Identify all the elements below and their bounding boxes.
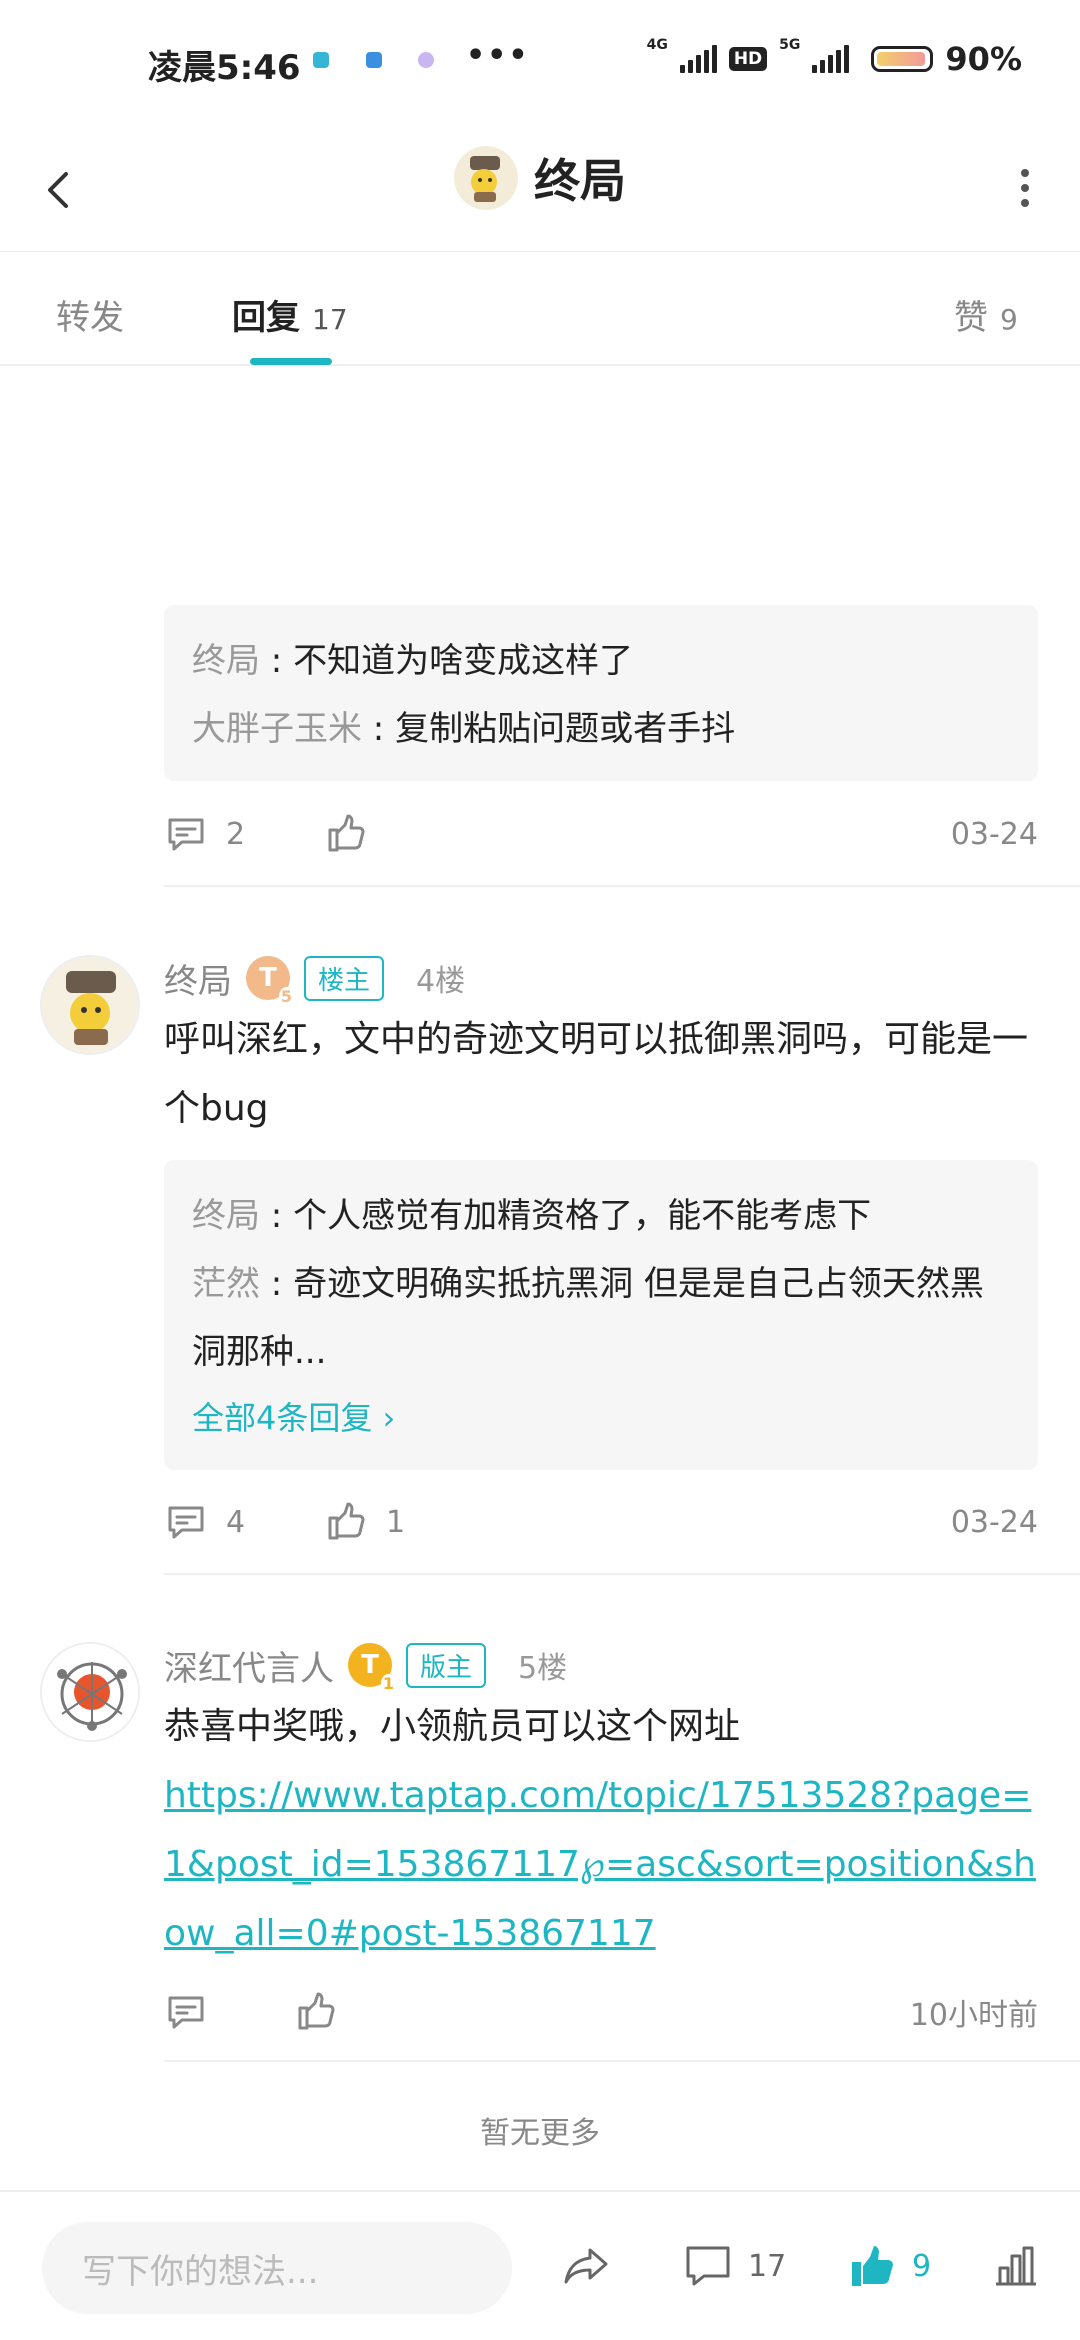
stats-button[interactable] [990,2240,1042,2292]
tab-label: 回复 [232,298,300,338]
tab-bar: 转发 回复 17 赞 9 [0,252,1080,366]
tab-count: 9 [1000,303,1018,336]
more-options-icon[interactable] [1010,158,1040,218]
post-content: 呼叫深红，文中的奇迹文明可以抵御黑洞吗，可能是一个bug [164,1019,1029,1129]
tab-likes[interactable]: 赞 9 [954,290,1018,339]
level-badge: T1 [348,1643,396,1693]
signal-icon [679,45,717,73]
quote-author[interactable]: 终局 [192,641,260,681]
floor-number: 5楼 [518,1651,568,1686]
post-header: 终局 T5 楼主 4楼 [164,946,465,1010]
view-all-replies-link[interactable]: 全部4条回复 › [192,1386,1010,1450]
quote-line: 大胖子玉米 : 复制粘贴问题或者手抖 [192,709,736,749]
chevron-right-icon: › [382,1399,396,1437]
network-4g-label: 4G [646,37,668,53]
thumbs-up-filled-icon [852,2246,893,2286]
comment-icon [168,818,204,851]
status-time: 凌晨5:46 [148,48,301,88]
quote-text: 奇迹文明确实抵抗黑洞 但是是自己占领天然黑洞那种... [192,1264,984,1372]
quote-author[interactable]: 大胖子玉米 [192,709,362,749]
tab-label: 赞 [954,298,988,338]
quote-author[interactable]: 终局 [192,1196,260,1236]
comment-count: 4 [226,1504,246,1540]
post-header: 深红代言人 T1 版主 5楼 [164,1633,567,1697]
page-title: 终局 [534,154,626,208]
network-5g-label: 5G [779,37,801,53]
comment-button[interactable]: 2 [164,812,324,856]
share-button[interactable] [560,2240,612,2292]
reply-quote-box[interactable]: 终局 : 不知道为啥变成这样了 大胖子玉米 : 复制粘贴问题或者手抖 [164,605,1038,781]
comment-icon [168,1506,204,1539]
post-content: 恭喜中奖哦，小领航员可以这个网址 https://www.taptap.com/… [164,1692,1038,1968]
quote-text: 不知道为啥变成这样了 [293,641,634,681]
tab-indicator [250,358,332,365]
post-date: 03-24 [950,816,1038,852]
user-avatar[interactable] [454,146,518,210]
bottom-action-bar: 写下你的想法... 17 9 [0,2190,1080,2340]
tab-forward[interactable]: 转发 [56,290,124,339]
more-notifications-icon: ••• [466,38,530,73]
quote-line: 终局 : 个人感觉有加精资格了，能不能考虑下 [192,1196,872,1236]
quote-line: 茫然 : 奇迹文明确实抵抗黑洞 但是是自己占领天然黑洞那种... [192,1264,984,1372]
op-badge: 楼主 [304,955,385,1001]
tab-replies[interactable]: 回复 17 [232,290,348,339]
moderator-badge: 版主 [406,1642,487,1688]
post-actions: 2 03-24 [164,804,1038,864]
post-date: 03-24 [950,1504,1038,1540]
post-text: 恭喜中奖哦，小领航员可以这个网址 [164,1706,741,1747]
divider [164,885,1080,887]
user-avatar[interactable] [40,1642,140,1742]
notification-icon [366,52,382,68]
share-icon [564,2248,608,2284]
comment-count: 17 [748,2248,787,2284]
comment-count: 2 [226,816,246,852]
thumbs-up-icon [298,1992,335,2030]
notification-icon [418,52,434,68]
tab-label: 转发 [56,298,124,338]
comment-input[interactable]: 写下你的想法... [42,2222,512,2314]
user-avatar[interactable] [40,955,140,1055]
like-button[interactable]: 1 [324,1500,484,1544]
status-bar: 凌晨5:46 ••• 4G HD 5G 90% [0,0,1080,130]
quote-text: 复制粘贴问题或者手抖 [395,709,736,749]
divider [164,2060,1080,2062]
comment-button[interactable]: 4 [164,1500,324,1544]
comment-icon [686,2246,730,2286]
comments-button[interactable]: 17 [682,2240,786,2292]
signal-icon [812,45,850,73]
battery-percent: 90% [945,40,1022,78]
quote-line: 终局 : 不知道为啥变成这样了 [192,641,634,681]
like-button[interactable]: 9 [846,2240,931,2292]
divider [164,1573,1080,1575]
notification-icon [313,52,329,68]
bar-chart-icon [996,2246,1036,2286]
post-actions: 4 1 03-24 [164,1492,1038,1552]
thumbs-up-icon [328,814,365,852]
no-more-text: 暂无更多 [480,2116,600,2151]
battery-icon [871,46,934,72]
floor-number: 4楼 [416,964,466,999]
like-button[interactable] [324,812,484,856]
title-bar: 终局 [0,130,1080,252]
like-button[interactable] [294,1990,454,2034]
comment-button[interactable] [164,1990,294,2034]
reply-quote-box[interactable]: 终局 : 个人感觉有加精资格了，能不能考虑下 茫然 : 奇迹文明确实抵抗黑洞 但… [164,1160,1038,1470]
username[interactable]: 深红代言人 [164,1641,334,1690]
like-count: 9 [912,2248,932,2284]
post-link[interactable]: https://www.taptap.com/topic/17513528?pa… [164,1761,1038,1968]
quote-text: 个人感觉有加精资格了，能不能考虑下 [293,1196,872,1236]
tab-count: 17 [312,303,348,336]
like-count: 1 [386,1504,406,1540]
hd-icon: HD [728,47,768,71]
level-badge: T5 [246,956,294,1006]
comment-icon [168,1996,204,2029]
post-date: 10小时前 [909,1998,1038,2033]
quote-author[interactable]: 茫然 [192,1264,260,1304]
username[interactable]: 终局 [164,954,232,1003]
post-actions: 10小时前 [164,1982,1038,2042]
thumbs-up-icon [328,1502,365,1540]
